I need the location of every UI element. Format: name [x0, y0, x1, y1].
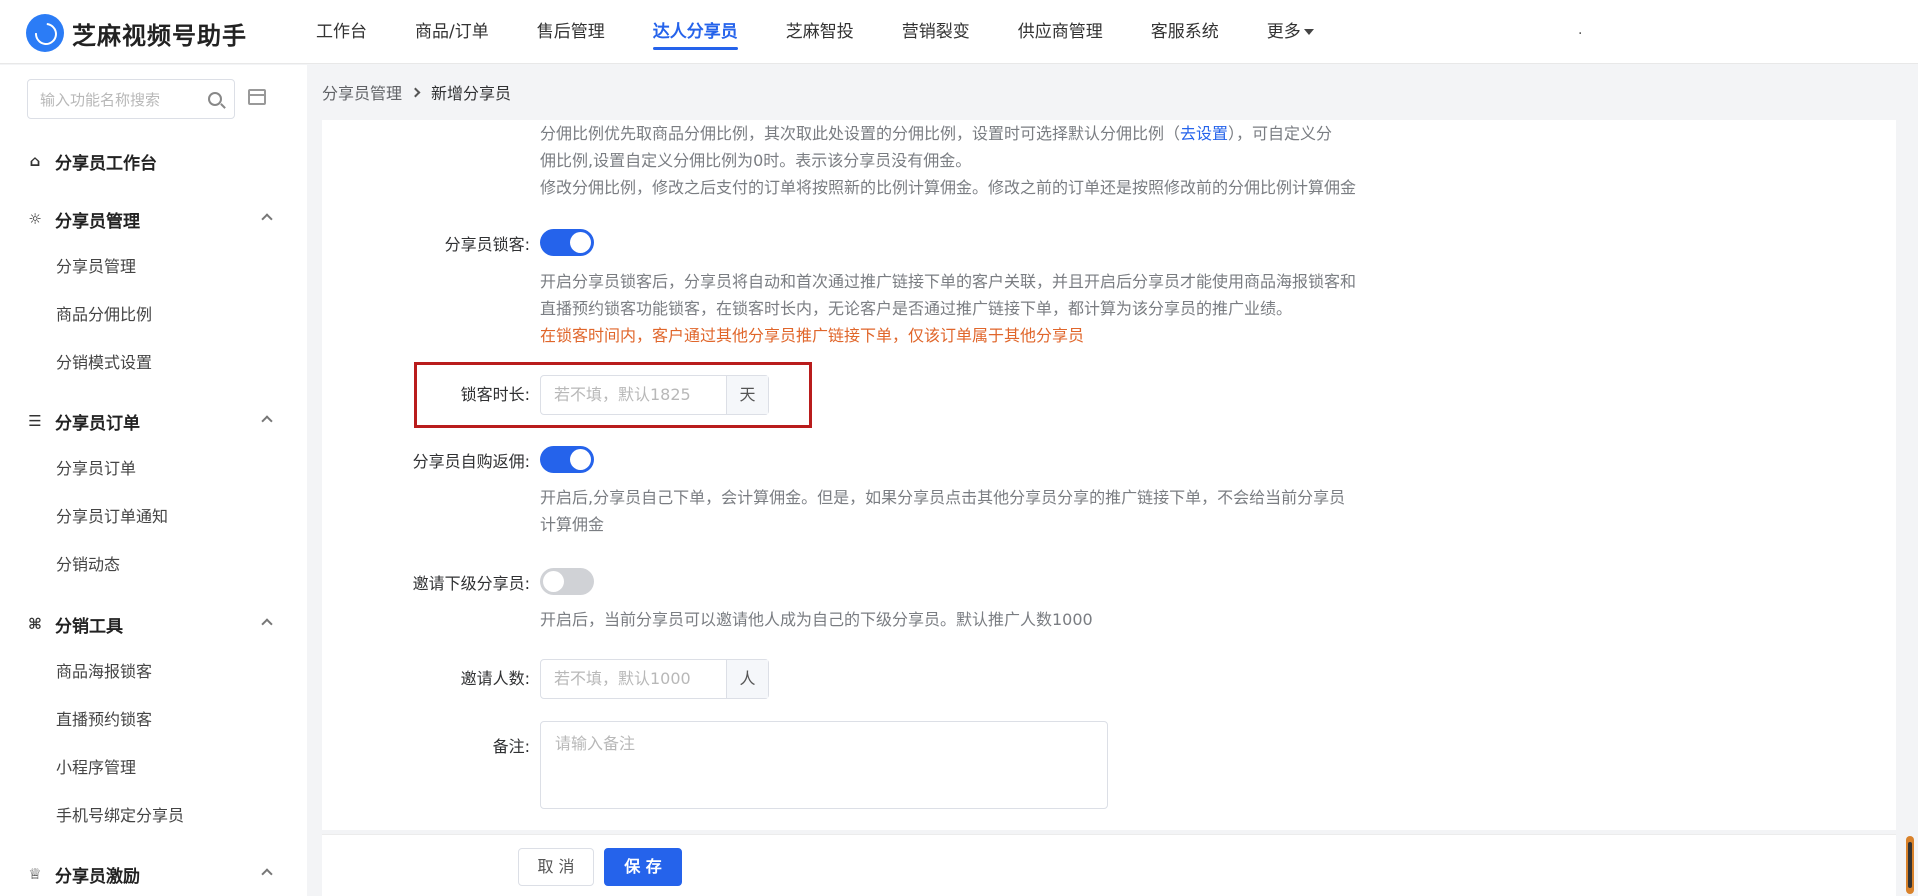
menu-settings-icon[interactable] [248, 89, 266, 105]
sidebar-group-incentives: ♕ 分享员激励 [0, 850, 307, 896]
sidebar-item-phone-binding[interactable]: 手机号绑定分享员 [0, 792, 307, 840]
lock-customer-description: 开启分享员锁客后，分享员将自动和首次通过推广链接下单的客户关联，并且开启后分享员… [540, 268, 1410, 322]
breadcrumb: 分享员管理 新增分享员 [322, 80, 511, 104]
nav-item-workbench[interactable]: 工作台 [316, 0, 367, 64]
chevron-up-icon[interactable] [261, 868, 273, 880]
sidebar-workbench: ⌂ 分享员工作台 [0, 137, 307, 185]
top-bar: 芝麻视频号助手 工作台 商品/订单 售后管理 达人分享员 芝麻智投 营销裂变 供… [0, 0, 1918, 64]
sidebar-group-label: 分享员订单 [55, 413, 140, 434]
sidebar-group-title[interactable]: ☰ 分享员订单 [0, 397, 307, 445]
people-icon: ☼ [28, 210, 42, 228]
nav-item-marketing[interactable]: 营销裂变 [902, 0, 970, 64]
header-right-text: . [1578, 22, 1583, 38]
save-button[interactable]: 保 存 [604, 848, 682, 886]
commission-desc-line-3: 修改分佣比例，修改之后支付的订单将按照新的比例计算佣金。修改之前的订单还是按照修… [540, 178, 1357, 197]
invite-count-unit: 人 [726, 660, 768, 698]
sidebar-group-sharer-orders: ☰ 分享员订单 分享员订单 分享员订单通知 分销动态 [0, 397, 307, 589]
lock-duration-field[interactable]: 若不填，默认1825 天 [540, 375, 769, 415]
form-footer: 取 消 保 存 [322, 834, 1896, 896]
sidebar-item-distribution-mode[interactable]: 分销模式设置 [0, 339, 307, 387]
sidebar-group-label: 分享员激励 [55, 866, 140, 887]
sidebar-group-label: 分销工具 [55, 616, 123, 637]
commission-desc-text: ），可自定义分 [1228, 124, 1333, 143]
logo-icon [26, 14, 64, 52]
sidebar-search[interactable]: 输入功能名称搜索 [27, 79, 235, 119]
sidebar-item-distribution-activity[interactable]: 分销动态 [0, 541, 307, 589]
lock-customer-label: 分享员锁客: [444, 235, 530, 254]
nav-item-more[interactable]: 更多 [1267, 0, 1314, 64]
nav-item-smart-ads[interactable]: 芝麻智投 [786, 0, 854, 64]
home-icon: ⌂ [29, 152, 41, 170]
sidebar-group-title[interactable]: ☼ 分享员管理 [0, 195, 307, 243]
commission-desc-line-2: 佣比例,设置自定义分佣比例为0时。表示该分享员没有佣金。 [540, 151, 972, 170]
breadcrumb-current: 新增分享员 [431, 84, 512, 103]
invite-sub-sharer-label: 邀请下级分享员: [412, 574, 530, 593]
lock-desc-line-2: 直播预约锁客功能锁客，在锁客时长内，无论客户是否通过推广链接下单，都计算为该分享… [540, 299, 1293, 318]
search-input[interactable]: 输入功能名称搜索 [40, 89, 208, 110]
sidebar-group-label: 分享员管理 [55, 211, 140, 232]
sidebar-group-sharer-management: ☼ 分享员管理 分享员管理 商品分佣比例 分销模式设置 [0, 195, 307, 387]
sidebar-item-live-lock[interactable]: 直播预约锁客 [0, 696, 307, 744]
invite-sub-sharer-description: 开启后，当前分享员可以邀请他人成为自己的下级分享员。默认推广人数1000 [540, 610, 1093, 629]
tools-icon: ⌘ [28, 615, 42, 633]
commission-desc-text: 分佣比例优先取商品分佣比例，其次取此处设置的分佣比例，设置时可选择默认分佣比例（ [540, 124, 1181, 143]
self-desc-line-1: 开启后,分享员自己下单，会计算佣金。但是，如果分享员点击其他分享员分享的推广链接… [540, 488, 1346, 507]
sidebar-group-tools: ⌘ 分销工具 商品海报锁客 直播预约锁客 小程序管理 手机号绑定分享员 [0, 600, 307, 840]
sidebar-item-miniprogram[interactable]: 小程序管理 [0, 744, 307, 792]
self-purchase-description: 开启后,分享员自己下单，会计算佣金。但是，如果分享员点击其他分享员分享的推广链接… [540, 484, 1410, 538]
invite-count-field[interactable]: 若不填，默认1000 人 [540, 659, 769, 699]
sidebar-item-workbench[interactable]: ⌂ 分享员工作台 [0, 137, 307, 185]
sidebar-group-title[interactable]: ⌘ 分销工具 [0, 600, 307, 648]
main-nav: 工作台 商品/订单 售后管理 达人分享员 芝麻智投 营销裂变 供应商管理 客服系… [316, 0, 1362, 64]
lock-desc-line-1: 开启分享员锁客后，分享员将自动和首次通过推广链接下单的客户关联，并且开启后分享员… [540, 272, 1357, 291]
caret-down-icon [1303, 29, 1314, 35]
invite-count-label: 邀请人数: [460, 669, 530, 688]
lock-duration-unit: 天 [726, 376, 768, 414]
lock-customer-toggle[interactable] [540, 229, 594, 256]
nav-item-products-orders[interactable]: 商品/订单 [415, 0, 489, 64]
commission-desc-line-1: 分佣比例优先取商品分佣比例，其次取此处设置的分佣比例，设置时可选择默认分佣比例（… [540, 120, 1410, 147]
remark-label: 备注: [492, 737, 530, 756]
sidebar-item-sharer-management[interactable]: 分享员管理 [0, 243, 307, 291]
chevron-up-icon[interactable] [261, 213, 273, 225]
nav-item-customer-service[interactable]: 客服系统 [1151, 0, 1219, 64]
app-title: 芝麻视频号助手 [72, 21, 247, 50]
self-desc-line-2: 计算佣金 [540, 515, 605, 534]
search-icon[interactable] [208, 92, 222, 106]
sidebar-item-commission-ratio[interactable]: 商品分佣比例 [0, 291, 307, 339]
lock-duration-label: 锁客时长: [460, 385, 530, 404]
app-logo[interactable]: 芝麻视频号助手 [26, 14, 247, 52]
self-purchase-label: 分享员自购返佣: [412, 452, 530, 471]
form-panel: 分佣比例优先取商品分佣比例，其次取此处设置的分佣比例，设置时可选择默认分佣比例（… [322, 120, 1896, 830]
sidebar-item-poster-lock[interactable]: 商品海报锁客 [0, 648, 307, 696]
breadcrumb-parent[interactable]: 分享员管理 [322, 80, 402, 104]
commission-description: 分佣比例优先取商品分佣比例，其次取此处设置的分佣比例，设置时可选择默认分佣比例（… [540, 120, 1410, 201]
nav-item-after-sales[interactable]: 售后管理 [537, 0, 605, 64]
nav-item-sharers[interactable]: 达人分享员 [652, 0, 738, 64]
cancel-button[interactable]: 取 消 [518, 848, 594, 886]
sidebar: 输入功能名称搜索 ⌂ 分享员工作台 ☼ 分享员管理 分享员管理 商品分佣比例 分… [0, 65, 307, 896]
self-purchase-toggle[interactable] [540, 446, 594, 473]
go-settings-link[interactable]: 去设置 [1180, 124, 1228, 143]
chevron-right-icon [410, 87, 421, 97]
invite-sub-sharer-toggle[interactable] [540, 568, 594, 595]
remark-textarea[interactable]: 请输入备注 [540, 721, 1108, 809]
nav-item-suppliers[interactable]: 供应商管理 [1018, 0, 1103, 64]
trophy-icon: ♕ [28, 865, 42, 883]
chevron-up-icon[interactable] [261, 415, 273, 427]
chevron-up-icon[interactable] [261, 618, 273, 630]
sidebar-item-order-notifications[interactable]: 分享员订单通知 [0, 493, 307, 541]
sidebar-item-sharer-orders[interactable]: 分享员订单 [0, 445, 307, 493]
page-scrollbar[interactable] [1906, 836, 1914, 894]
lock-duration-input[interactable]: 若不填，默认1825 [541, 376, 726, 414]
nav-more-label: 更多 [1266, 22, 1301, 42]
invite-count-input[interactable]: 若不填，默认1000 [541, 660, 726, 698]
lock-customer-warning: 在锁客时间内，客户通过其他分享员推广链接下单，仅该订单属于其他分享员 [540, 326, 1085, 345]
sidebar-item-label: 分享员工作台 [55, 153, 157, 174]
receipt-icon: ☰ [28, 412, 42, 430]
sidebar-group-title[interactable]: ♕ 分享员激励 [0, 850, 307, 896]
